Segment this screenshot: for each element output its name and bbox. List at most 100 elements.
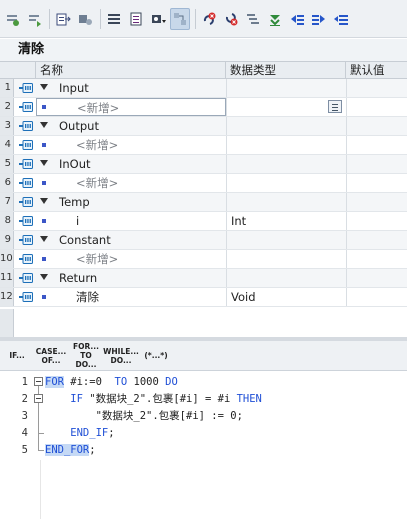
datatype-cell[interactable] [226,193,346,211]
default-value-cell[interactable] [346,174,407,192]
indent-right-button[interactable] [309,8,329,30]
list-view-button[interactable] [104,8,124,30]
default-value-cell[interactable] [346,231,407,249]
name-cell[interactable]: Output [36,117,226,135]
name-cell[interactable]: InOut [36,155,226,173]
default-value-cell[interactable] [346,98,407,116]
default-value-cell[interactable] [346,193,407,211]
instruction-comment-button[interactable]: (*...*) [140,343,172,369]
expand-triangle-icon[interactable] [40,236,48,242]
datatype-cell[interactable] [226,79,346,97]
instruction-case-button[interactable]: CASE... OF... [35,343,67,369]
fold-toggle-icon[interactable] [34,394,43,403]
datatype-cell[interactable]: Void [226,288,346,306]
fold-toggle-icon[interactable] [34,377,43,386]
indent-left-button[interactable] [287,8,307,30]
instruction-if-button[interactable]: IF... [2,343,32,369]
default-value-cell[interactable] [346,212,407,230]
code-editor[interactable]: 1 2 3 4 5 FOR #i:=0 TO 1000 DO IF "数据块_2".包裹… [0,372,407,519]
add-new-placeholder[interactable]: <新增> [76,136,118,154]
code-line[interactable]: IF "数据块_2".包裹[#i] = #i THEN [45,391,262,408]
expand-triangle-icon[interactable] [40,274,48,280]
code-line[interactable]: END_FOR; [45,442,96,459]
code-line[interactable]: "数据块_2".包裹[#i] := 0; [45,408,243,425]
default-value-cell[interactable] [346,136,407,154]
list-collapse-button[interactable] [243,8,263,30]
name-cell[interactable]: Input [36,79,226,97]
export-button[interactable] [53,8,73,30]
indent-right-icon [312,14,325,25]
default-value-cell[interactable] [346,155,407,173]
name-cell[interactable]: <新增> [36,136,226,154]
table-row[interactable]: 10 <新增> [0,250,407,269]
call-delete-button[interactable] [199,8,219,30]
default-value-cell[interactable] [346,79,407,97]
code-line[interactable]: FOR #i:=0 TO 1000 DO [45,374,178,391]
instruction-for-button[interactable]: FOR... TO DO... [70,342,102,369]
section-row[interactable]: 7 Temp [0,193,407,212]
compare-button[interactable] [170,7,190,30]
datatype-cell[interactable] [226,174,346,192]
add-new-placeholder[interactable]: <新增> [76,174,118,192]
name-cell[interactable]: <新增> [36,98,226,116]
outdent-button[interactable] [331,8,351,30]
monitor-button[interactable] [75,8,95,30]
expand-triangle-icon[interactable] [40,122,48,128]
datatype-cell[interactable] [226,269,346,287]
section-row[interactable]: 9 Constant [0,231,407,250]
datatype-picker-button[interactable] [328,100,342,113]
expand-triangle-icon[interactable] [40,160,48,166]
section-row[interactable]: 1 Input [0,79,407,98]
table-row[interactable]: 12 清除 Void [0,288,407,307]
row-number: 8 [0,212,14,230]
default-value-cell[interactable] [346,269,407,287]
name-cell[interactable]: Constant [36,231,226,249]
snapshot-button[interactable] [148,8,168,30]
block-title: 清除 [0,39,407,61]
datatype-cell[interactable] [226,155,346,173]
datatype-cell[interactable] [226,136,346,154]
insert-row-button[interactable] [2,8,22,30]
row-number: 9 [0,231,14,249]
default-value-cell[interactable] [346,117,407,135]
add-new-placeholder[interactable]: <新增> [76,250,118,268]
table-row[interactable]: 4 <新增> [0,136,407,155]
section-row[interactable]: 5 InOut [0,155,407,174]
expand-triangle-icon[interactable] [40,84,48,90]
line-number: 1 [21,376,28,388]
datatype-cell[interactable] [226,117,346,135]
instruction-while-button[interactable]: WHILE... DO... [103,343,139,369]
table-row[interactable]: 2 <新增> [0,98,407,117]
name-cell[interactable]: i [36,212,226,230]
name-cell[interactable]: Temp [36,193,226,211]
table-row[interactable]: 6 <新增> [0,174,407,193]
name-cell[interactable]: <新增> [36,174,226,192]
datatype-cell[interactable] [226,250,346,268]
expand-triangle-icon[interactable] [40,198,48,204]
name-cell[interactable]: 清除 [36,288,226,306]
section-row[interactable]: 3 Output [0,117,407,136]
row-number: 2 [0,98,14,116]
call-error-button[interactable] [221,8,241,30]
header-datatype[interactable]: 数据类型 [226,62,346,79]
default-value-cell[interactable] [346,288,407,306]
name-cell[interactable]: <新增> [36,250,226,268]
interface-param-icon [19,178,33,188]
interface-param-icon [19,159,33,169]
add-row-button[interactable] [24,8,44,30]
header-default[interactable]: 默认值 [346,62,407,79]
row-number: 3 [0,117,14,135]
code-line[interactable]: END_IF; [45,425,114,442]
table-row[interactable]: 8 i Int [0,212,407,231]
line-number: 5 [21,444,28,456]
download-button[interactable] [265,8,285,30]
name-cell[interactable]: Return [36,269,226,287]
datatype-cell[interactable]: Int [226,212,346,230]
header-name[interactable]: 名称 [36,62,226,79]
add-new-placeholder[interactable]: <新增> [77,99,119,117]
datatype-cell[interactable] [226,98,346,116]
datatype-cell[interactable] [226,231,346,249]
detail-view-button[interactable] [126,8,146,30]
default-value-cell[interactable] [346,250,407,268]
section-row[interactable]: 11 Return [0,269,407,288]
